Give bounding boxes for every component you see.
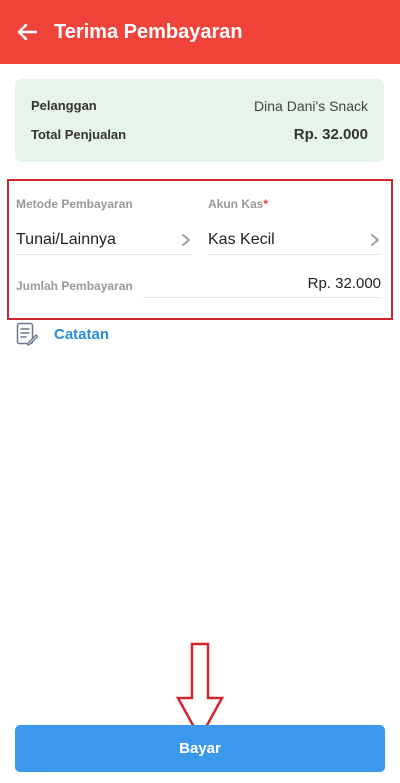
payment-method-select[interactable]: Tunai/Lainnya — [16, 225, 192, 255]
cash-account-value: Kas Kecil — [208, 230, 275, 248]
page-title: Terima Pembayaran — [54, 20, 243, 43]
cash-account-select[interactable]: Kas Kecil — [208, 225, 381, 255]
payment-amount-input[interactable]: Rp. 32.000 — [143, 272, 381, 298]
required-asterisk: * — [263, 197, 269, 211]
customer-value: Dina Dani's Snack — [254, 97, 368, 114]
cash-account-label: Akun Kas* — [208, 197, 269, 211]
total-sales-value: Rp. 32.000 — [293, 126, 368, 143]
customer-label: Pelanggan — [31, 98, 97, 113]
total-sales-label: Total Penjualan — [31, 127, 127, 142]
notes-link[interactable]: Catatan — [16, 322, 109, 346]
pay-button[interactable]: Bayar — [15, 725, 385, 772]
back-arrow-icon[interactable] — [14, 19, 40, 45]
payment-method-value: Tunai/Lainnya — [16, 230, 116, 248]
chevron-right-icon — [182, 233, 190, 246]
app-bar: Terima Pembayaran — [0, 0, 400, 64]
payment-method-label: Metode Pembayaran — [16, 197, 133, 211]
sale-summary-card: Pelanggan Dina Dani's Snack Total Penjua… — [15, 79, 384, 162]
payment-amount-label: Jumlah Pembayaran — [16, 279, 133, 293]
note-edit-icon — [16, 322, 38, 346]
chevron-right-icon — [371, 233, 379, 246]
notes-label: Catatan — [54, 325, 110, 343]
